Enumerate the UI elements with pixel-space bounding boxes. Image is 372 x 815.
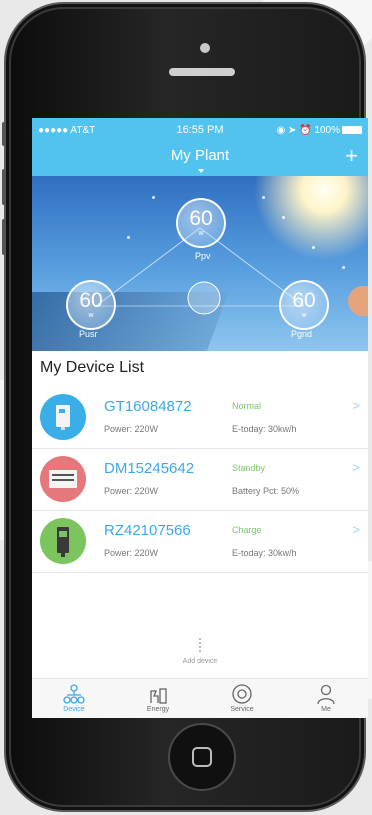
device-battery: Battery Pct: 50% [232,486,300,496]
device-list-title: My Device List [40,359,145,376]
tab-service[interactable]: Service [200,679,284,718]
energy-flow-panel: 60 w Ppv 60 w Pusr 60 w Pgrid [32,176,368,351]
inverter-icon [40,394,86,440]
nav-bar: My Plant + [32,142,368,176]
device-status: Normal [232,401,262,411]
tab-device[interactable]: Device [32,679,116,718]
phone-frame: ●●●●● AT&T 16:55 PM ◉ ➤ ⏰ 100% My Plant … [2,2,368,812]
home-button[interactable] [168,723,236,791]
person-icon [317,684,335,705]
device-energy: E-today: 30kw/h [232,548,297,558]
ppv-unit: w [198,230,204,237]
device-tree-icon [63,684,85,704]
status-bar: ●●●●● AT&T 16:55 PM ◉ ➤ ⏰ 100% [32,118,368,142]
pgrid-bubble[interactable]: 60 w [279,280,329,330]
volume-up-button [2,169,6,205]
add-device-icon [199,638,201,652]
tab-label: Energy [146,706,170,713]
chevron-right-icon[interactable]: > [352,460,360,475]
battery-percent: 100% [314,124,340,136]
pgrid-unit: w [301,312,307,319]
tab-label: Me [321,706,331,713]
device-power: Power: 220W [104,424,159,434]
plant-title[interactable]: My Plant [32,142,368,170]
device-row[interactable]: RZ42107566 Charge Power: 220W E-today: 3… [32,511,368,573]
pusr-value: 60 [79,289,103,312]
ppv-bubble[interactable]: 60 w [176,198,226,248]
device-power: Power: 220W [104,486,159,496]
device-name[interactable]: GT16084872 [104,398,192,415]
device-energy: E-today: 30kw/h [232,424,297,434]
add-device-label: Add device [182,658,218,665]
pusr-bubble[interactable]: 60 w [66,280,116,330]
volume-down-button [2,219,6,255]
battery-box-icon [40,456,86,502]
mute-switch [2,122,6,146]
plus-icon[interactable]: + [345,144,358,168]
energy-icon [150,688,167,704]
home-square-icon [192,747,212,767]
pusr-label: Pusr [79,329,98,339]
device-name[interactable]: RZ42107566 [104,522,191,539]
tab-bar: Device Energy Service Me [32,678,368,718]
device-status: Charge [232,525,262,535]
device-power: Power: 220W [104,548,159,558]
charger-icon [40,518,86,564]
chevron-right-icon[interactable]: > [352,522,360,537]
front-camera [200,43,210,53]
device-row[interactable]: DM15245642 Standby Power: 220W Battery P… [32,449,368,511]
status-time: 16:55 PM [176,124,224,136]
status-right: ◉ ➤ ⏰ 100% [254,125,362,136]
earpiece-speaker [169,68,235,76]
app-screen: ●●●●● AT&T 16:55 PM ◉ ➤ ⏰ 100% My Plant … [32,118,368,718]
device-status: Standby [232,463,266,473]
pusr-unit: w [88,312,94,319]
chevron-right-icon[interactable]: > [352,398,360,413]
pgrid-value: 60 [292,289,316,312]
service-icon [232,684,252,704]
pgrid-label: Pgrid [291,329,313,339]
tab-energy[interactable]: Energy [116,679,200,718]
carrier-label: ●●●●● AT&T [38,124,96,136]
device-row[interactable]: GT16084872 Normal Power: 220W E-today: 3… [32,387,368,449]
chevron-down-icon[interactable] [198,169,204,173]
tab-me[interactable]: Me [284,679,368,718]
battery-icon [342,125,362,134]
ppv-value: 60 [189,207,213,230]
add-device-button[interactable]: Add device [32,638,368,665]
device-name[interactable]: DM15245642 [104,460,194,477]
tab-label: Service [230,706,254,713]
tab-label: Device [63,706,85,713]
ppv-label: Ppv [195,251,211,261]
